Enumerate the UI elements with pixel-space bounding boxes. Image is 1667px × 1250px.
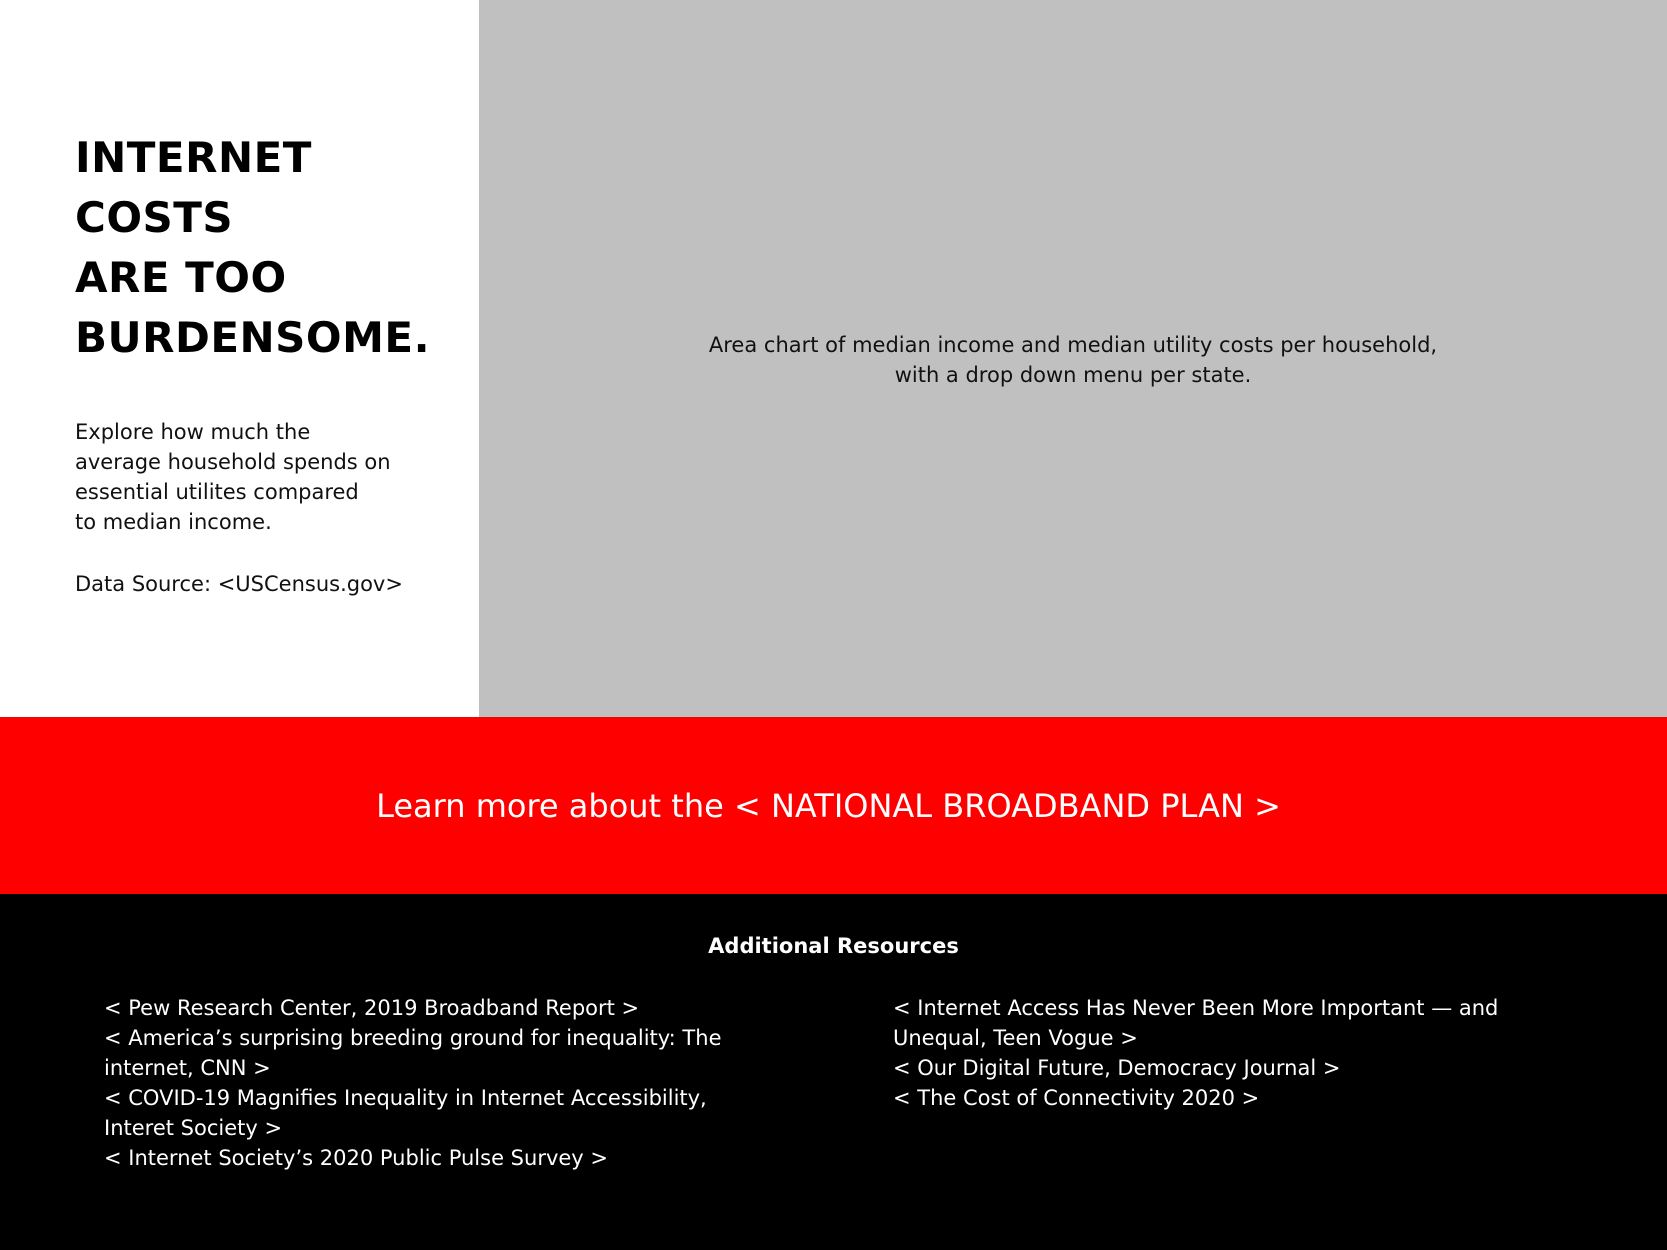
chart-placeholder-panel: Area chart of median income and median u…	[479, 0, 1667, 717]
resource-link-line: Interet Society >	[104, 1116, 283, 1140]
intro-panel: INTERNET COSTS ARE TOO BURDENSOME. Explo…	[0, 0, 479, 717]
additional-resources-title: Additional Resources	[708, 934, 959, 958]
resource-link-line: < Pew Research Center, 2019 Broadband Re…	[104, 996, 640, 1020]
top-section: INTERNET COSTS ARE TOO BURDENSOME. Explo…	[0, 0, 1667, 717]
resource-link-line: < Internet Society’s 2020 Public Pulse S…	[104, 1146, 608, 1170]
resource-link-line: < Internet Access Has Never Been More Im…	[893, 996, 1499, 1020]
resource-link-democracy-journal[interactable]: < Our Digital Future, Democracy Journal …	[893, 1053, 1593, 1083]
page-title: INTERNET COSTS ARE TOO BURDENSOME.	[75, 128, 430, 368]
resource-link-line: < Our Digital Future, Democracy Journal …	[893, 1056, 1341, 1080]
resource-link-pew[interactable]: < Pew Research Center, 2019 Broadband Re…	[104, 993, 784, 1023]
resource-link-line: < America’s surprising breeding ground f…	[104, 1026, 722, 1050]
chart-placeholder-line: with a drop down menu per state.	[894, 363, 1252, 387]
national-broadband-plan-link[interactable]: < NATIONAL BROADBAND PLAN >	[734, 787, 1281, 825]
banner-text: Learn more about the < NATIONAL BROADBAN…	[376, 787, 1281, 825]
resources-list-left: < Pew Research Center, 2019 Broadband Re…	[104, 993, 784, 1173]
additional-resources-section: Additional Resources < Pew Research Cent…	[0, 894, 1667, 1250]
resource-link-cost-of-connectivity[interactable]: < The Cost of Connectivity 2020 >	[893, 1083, 1593, 1113]
page-title-line: ARE TOO	[75, 253, 287, 302]
resource-link-teen-vogue[interactable]: < Internet Access Has Never Been More Im…	[893, 993, 1593, 1053]
banner-prefix: Learn more about the	[376, 786, 734, 825]
page: INTERNET COSTS ARE TOO BURDENSOME. Explo…	[0, 0, 1667, 1250]
data-source-link[interactable]: Data Source: <USCensus.gov>	[75, 569, 403, 599]
resource-link-line: < COVID-19 Magnifies Inequality in Inter…	[104, 1086, 707, 1110]
intro-text-line: average household spends on	[75, 450, 391, 474]
page-title-line: INTERNET	[75, 133, 312, 182]
chart-placeholder-text: Area chart of median income and median u…	[479, 330, 1667, 390]
intro-text-line: to median income.	[75, 510, 272, 534]
intro-text-line: essential utilites compared	[75, 480, 359, 504]
broadband-plan-banner: Learn more about the < NATIONAL BROADBAN…	[0, 717, 1667, 894]
resource-link-public-pulse[interactable]: < Internet Society’s 2020 Public Pulse S…	[104, 1143, 784, 1173]
resource-link-line: internet, CNN >	[104, 1056, 271, 1080]
page-title-line: BURDENSOME.	[75, 313, 431, 362]
intro-text-line: Explore how much the	[75, 420, 311, 444]
resource-link-cnn[interactable]: < America’s surprising breeding ground f…	[104, 1023, 784, 1083]
page-title-line: COSTS	[75, 193, 234, 242]
resources-list-right: < Internet Access Has Never Been More Im…	[893, 993, 1593, 1113]
resource-link-covid-inequality[interactable]: < COVID-19 Magnifies Inequality in Inter…	[104, 1083, 784, 1143]
chart-placeholder-line: Area chart of median income and median u…	[708, 333, 1438, 357]
resource-link-line: Unequal, Teen Vogue >	[893, 1026, 1138, 1050]
resource-link-line: < The Cost of Connectivity 2020 >	[893, 1086, 1260, 1110]
intro-text: Explore how much the average household s…	[75, 417, 435, 537]
